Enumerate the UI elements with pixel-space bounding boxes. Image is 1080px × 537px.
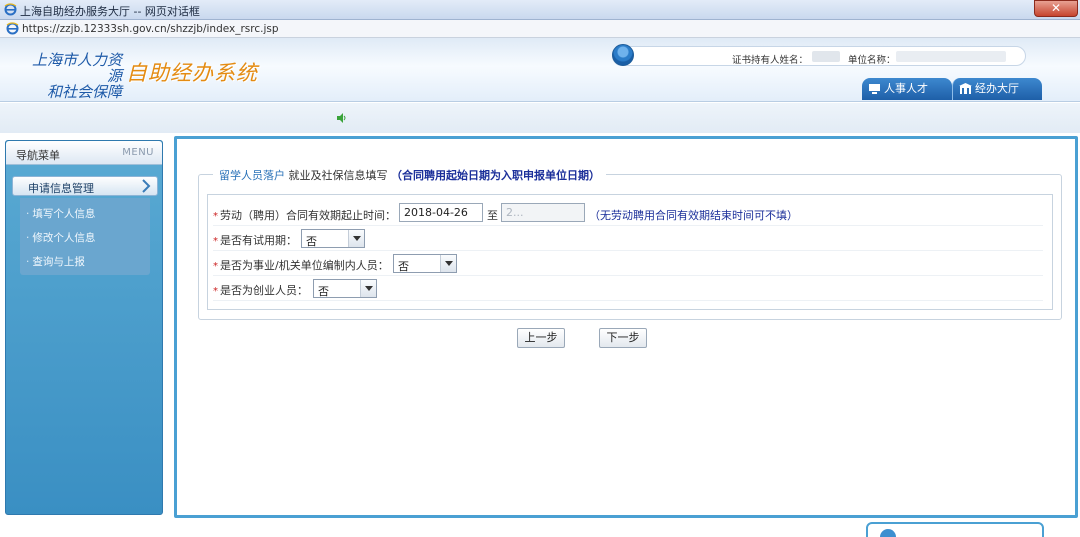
window-title-bar: 上海自助经办服务大厅 -- 网页对话框 ✕ (0, 0, 1080, 20)
holder-name-label: 证书持有人姓名： (732, 55, 809, 66)
address-bar[interactable]: https://zzjb.12333sh.gov.cn/shzzjb/index… (0, 20, 1080, 38)
entrepreneur-label: * 是否为创业人员： (213, 282, 308, 298)
building-icon (959, 83, 972, 94)
probation-select[interactable]: 否 (301, 229, 365, 248)
unit-name-label: 单位名称： (848, 55, 896, 66)
entrepreneur-select-value: 否 (318, 285, 329, 298)
probation-label-text: 是否有试用期： (220, 234, 297, 247)
prev-step-button[interactable]: 上一步 (517, 328, 565, 348)
sidebar-item-query-report[interactable]: 查询与上报 (26, 254, 85, 269)
notice-strip (0, 103, 1080, 133)
probation-label: * 是否有试用期： (213, 232, 297, 248)
chevron-down-icon (440, 255, 456, 272)
institution-staff-label: * 是否为事业/机关单位编制内人员： (213, 257, 389, 273)
ie-icon (4, 3, 17, 16)
chevron-right-icon (142, 179, 151, 193)
contract-period-label-text: 劳动（聘用）合同有效期起止时间： (220, 209, 396, 222)
form-row-entrepreneur: * 是否为创业人员： 否 (213, 277, 1043, 301)
required-mark: * (213, 261, 218, 272)
contract-end-note: （无劳动聘用合同有效期结束时间可不填） (589, 209, 798, 222)
org-logo: 上海市人力资源 和社会保障 (18, 52, 122, 100)
institution-staff-select-value: 否 (398, 260, 409, 273)
contract-start-input[interactable]: 2018-04-26 (399, 203, 483, 222)
org-name-line1: 上海市人力资源 (31, 51, 122, 85)
sidebar-item-fill-info[interactable]: 填写个人信息 (26, 206, 95, 221)
org-name-line2: 和社会保障 (46, 83, 122, 101)
sidebar-title: 导航菜单 (16, 149, 60, 162)
entrepreneur-label-text: 是否为创业人员： (220, 284, 308, 297)
tab-personnel[interactable]: 人事人才 (862, 78, 952, 100)
sidebar-title-en: MENU (122, 147, 154, 158)
holder-name-value (812, 51, 840, 62)
probation-select-value: 否 (306, 235, 317, 248)
institution-staff-select[interactable]: 否 (393, 254, 457, 273)
contract-to-text: 至 (487, 209, 498, 222)
entrepreneur-select[interactable]: 否 (313, 279, 377, 298)
tab-service-hall-label: 经办大厅 (975, 82, 1019, 95)
sidebar-header: 导航菜单 MENU (6, 141, 162, 165)
legend-part3: （合同聘用起始日期为入职申报单位日期） (391, 169, 600, 182)
main-panel: 留学人员落户 就业及社保信息填写 （合同聘用起始日期为入职申报单位日期） * 劳动… (174, 136, 1078, 518)
tab-personnel-label: 人事人才 (884, 82, 928, 95)
close-icon[interactable]: ✕ (1034, 0, 1078, 17)
sidebar: 导航菜单 MENU 申请信息管理 填写个人信息 修改个人信息 查询与上报 (5, 140, 163, 515)
sidebar-group-label: 申请信息管理 (28, 182, 94, 195)
contract-period-label: * 劳动（聘用）合同有效期起止时间： (213, 207, 396, 223)
form-row-probation: * 是否有试用期： 否 (213, 227, 1043, 251)
next-step-button[interactable]: 下一步 (599, 328, 647, 348)
ie-icon (6, 22, 19, 35)
form-row-institution-staff: * 是否为事业/机关单位编制内人员： 否 (213, 252, 1043, 276)
speaker-icon[interactable] (336, 113, 346, 123)
chevron-down-icon (348, 230, 364, 247)
sidebar-group-application[interactable]: 申请信息管理 (12, 176, 158, 196)
window-title: 上海自助经办服务大厅 -- 网页对话框 (20, 5, 200, 18)
form-legend: 留学人员落户 就业及社保信息填写 （合同聘用起始日期为入职申报单位日期） (213, 167, 606, 183)
required-mark: * (213, 286, 218, 297)
required-mark: * (213, 211, 218, 222)
user-avatar-icon (612, 44, 634, 66)
monitor-icon (869, 84, 880, 94)
sidebar-submenu: 填写个人信息 修改个人信息 查询与上报 (20, 198, 150, 275)
institution-staff-label-text: 是否为事业/机关单位编制内人员： (220, 259, 389, 272)
sidebar-item-edit-info[interactable]: 修改个人信息 (26, 230, 95, 245)
site-header: 上海市人力资源 和社会保障 自助经办系统 证书持有人姓名： 单位名称： 人事人才… (0, 38, 1080, 102)
chevron-down-icon (360, 280, 376, 297)
form-row-contract-period: * 劳动（聘用）合同有效期起止时间： 2018-04-26 至 2... （无劳动… (213, 202, 1043, 226)
legend-part2: 就业及社保信息填写 (288, 169, 388, 182)
legend-part1: 留学人员落户 (219, 169, 285, 182)
required-mark: * (213, 236, 218, 247)
system-name: 自助经办系统 (126, 61, 258, 85)
url-text[interactable]: https://zzjb.12333sh.gov.cn/shzzjb/index… (22, 23, 279, 35)
tab-service-hall[interactable]: 经办大厅 (952, 78, 1042, 100)
contract-end-input[interactable]: 2... (501, 203, 585, 222)
unit-name-value (896, 51, 1006, 62)
